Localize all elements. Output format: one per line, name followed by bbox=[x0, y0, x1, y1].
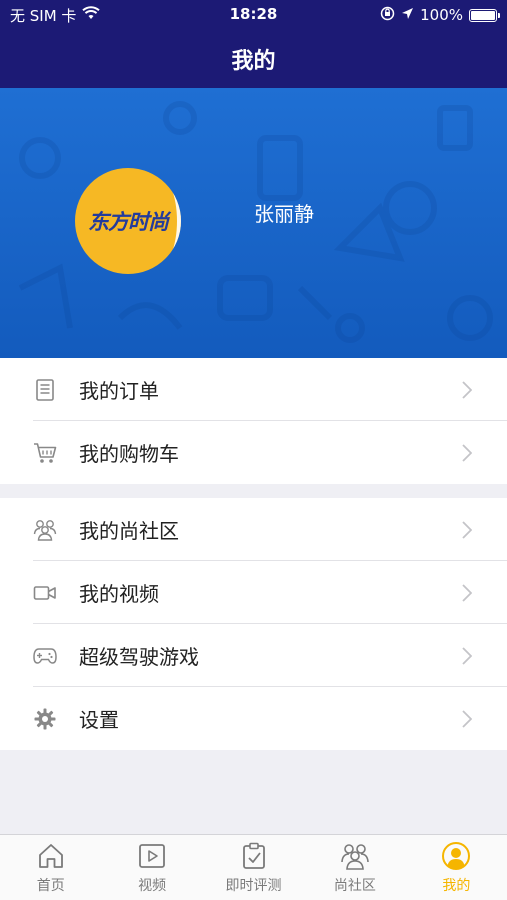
menu-item-my-community[interactable]: 我的尚社区 bbox=[0, 498, 507, 561]
page-title: 我的 bbox=[231, 49, 276, 74]
user-icon bbox=[441, 841, 471, 871]
people-icon bbox=[340, 841, 370, 871]
menu-item-my-cart[interactable]: 我的购物车 bbox=[0, 421, 507, 484]
home-icon bbox=[36, 841, 66, 871]
tab-label: 尚社区 bbox=[333, 877, 376, 894]
community-icon bbox=[33, 518, 57, 542]
gear-icon bbox=[33, 707, 57, 731]
tab-video[interactable]: 视频 bbox=[101, 835, 202, 900]
chevron-right-icon bbox=[460, 644, 474, 668]
tab-label: 首页 bbox=[36, 877, 65, 894]
chevron-right-icon bbox=[460, 707, 474, 731]
document-icon bbox=[33, 378, 57, 402]
tab-label: 我的 bbox=[442, 877, 471, 894]
video-camera-icon bbox=[33, 581, 57, 605]
tab-mine[interactable]: 我的 bbox=[406, 835, 507, 900]
menu-item-my-videos[interactable]: 我的视频 bbox=[0, 561, 507, 624]
tab-home[interactable]: 首页 bbox=[0, 835, 101, 900]
cart-icon bbox=[33, 441, 57, 465]
tab-label: 即时评测 bbox=[225, 877, 282, 894]
tab-instant-review[interactable]: 即时评测 bbox=[203, 835, 304, 900]
top-bar: 无 SIM 卡 18:28 100% 我的 bbox=[0, 0, 507, 88]
tab-bar: 首页 视频 即时评测 尚社区 我的 bbox=[0, 834, 507, 900]
play-icon bbox=[137, 841, 167, 871]
menu-item-label: 我的订单 bbox=[79, 379, 159, 403]
chevron-right-icon bbox=[460, 518, 474, 542]
menu-item-label: 我的尚社区 bbox=[79, 519, 179, 543]
battery-icon bbox=[469, 8, 500, 22]
chevron-right-icon bbox=[460, 581, 474, 605]
menu-item-my-orders[interactable]: 我的订单 bbox=[0, 358, 507, 421]
menu-group-features: 我的尚社区 我的视频 超级驾驶游戏 设置 bbox=[0, 498, 507, 750]
menu-item-settings[interactable]: 设置 bbox=[0, 687, 507, 750]
menu-item-label: 超级驾驶游戏 bbox=[79, 645, 199, 669]
avatar-logo-text: 东方时尚 bbox=[88, 209, 169, 234]
menu-item-label: 我的购物车 bbox=[79, 442, 179, 466]
status-bar: 无 SIM 卡 18:28 100% bbox=[0, 0, 507, 30]
menu-group-orders: 我的订单 我的购物车 bbox=[0, 358, 507, 484]
username[interactable]: 张丽静 bbox=[254, 198, 314, 227]
menu-item-driving-game[interactable]: 超级驾驶游戏 bbox=[0, 624, 507, 687]
chevron-right-icon bbox=[460, 378, 474, 402]
gamepad-icon bbox=[33, 644, 57, 668]
tab-community[interactable]: 尚社区 bbox=[304, 835, 405, 900]
chevron-right-icon bbox=[460, 441, 474, 465]
clipboard-check-icon bbox=[239, 841, 269, 871]
profile-banner: 东方时尚 张丽静 bbox=[0, 88, 507, 358]
menu-item-label: 我的视频 bbox=[79, 582, 159, 606]
avatar[interactable]: 东方时尚 bbox=[75, 168, 181, 274]
tab-label: 视频 bbox=[138, 877, 167, 894]
menu-item-label: 设置 bbox=[79, 708, 119, 732]
status-time: 18:28 bbox=[229, 5, 278, 23]
